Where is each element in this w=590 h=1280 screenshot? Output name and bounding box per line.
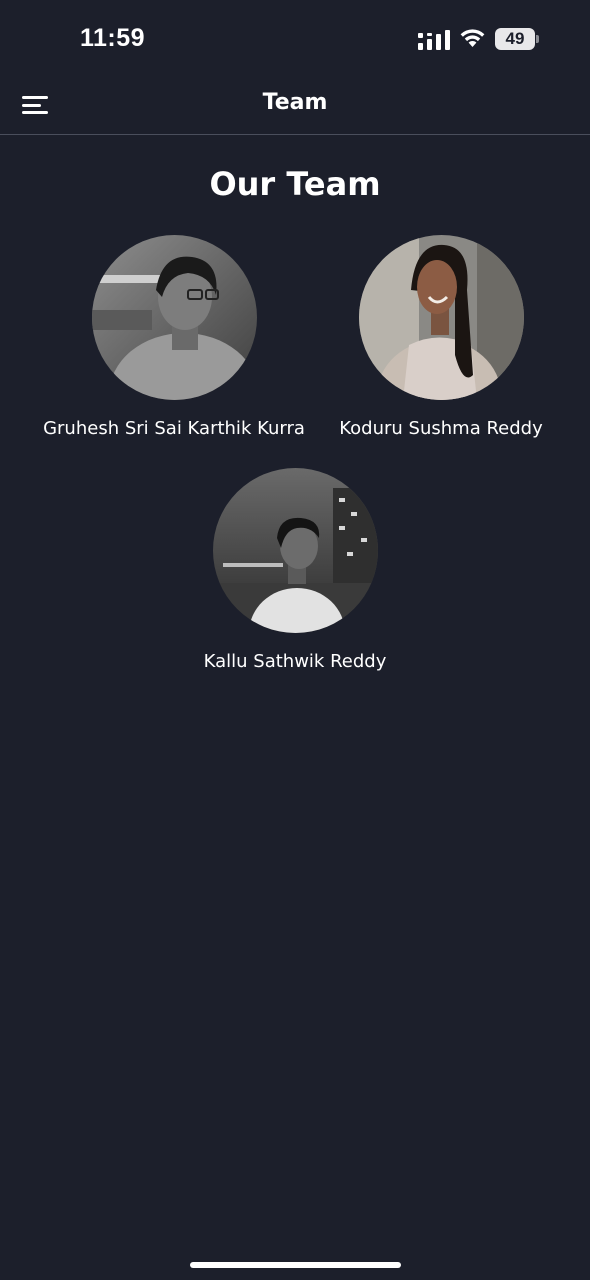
signal-icon <box>418 30 450 50</box>
home-indicator[interactable] <box>190 1262 401 1268</box>
team-member-card: Koduru Sushma Reddy <box>291 235 590 439</box>
battery-level: 49 <box>495 28 535 50</box>
battery-icon: 49 <box>495 28 539 50</box>
status-bar: 11:59 49 <box>0 0 590 80</box>
member-photo <box>91 235 257 400</box>
battery-cap <box>536 35 539 43</box>
member-name: Kallu Sathwik Reddy <box>203 651 387 672</box>
member-name: Koduru Sushma Reddy <box>339 418 543 439</box>
team-member-card: Gruhesh Sri Sai Karthik Kurra <box>24 235 324 439</box>
status-time: 11:59 <box>80 24 146 52</box>
member-photo <box>212 468 378 633</box>
section-heading: Our Team <box>209 165 381 203</box>
page-title: Team <box>262 90 328 115</box>
member-photo <box>358 235 524 400</box>
team-member-card: Kallu Sathwik Reddy <box>145 468 445 672</box>
app-header: Team <box>0 80 590 135</box>
member-name: Gruhesh Sri Sai Karthik Kurra <box>43 418 305 439</box>
wifi-icon <box>460 29 485 47</box>
